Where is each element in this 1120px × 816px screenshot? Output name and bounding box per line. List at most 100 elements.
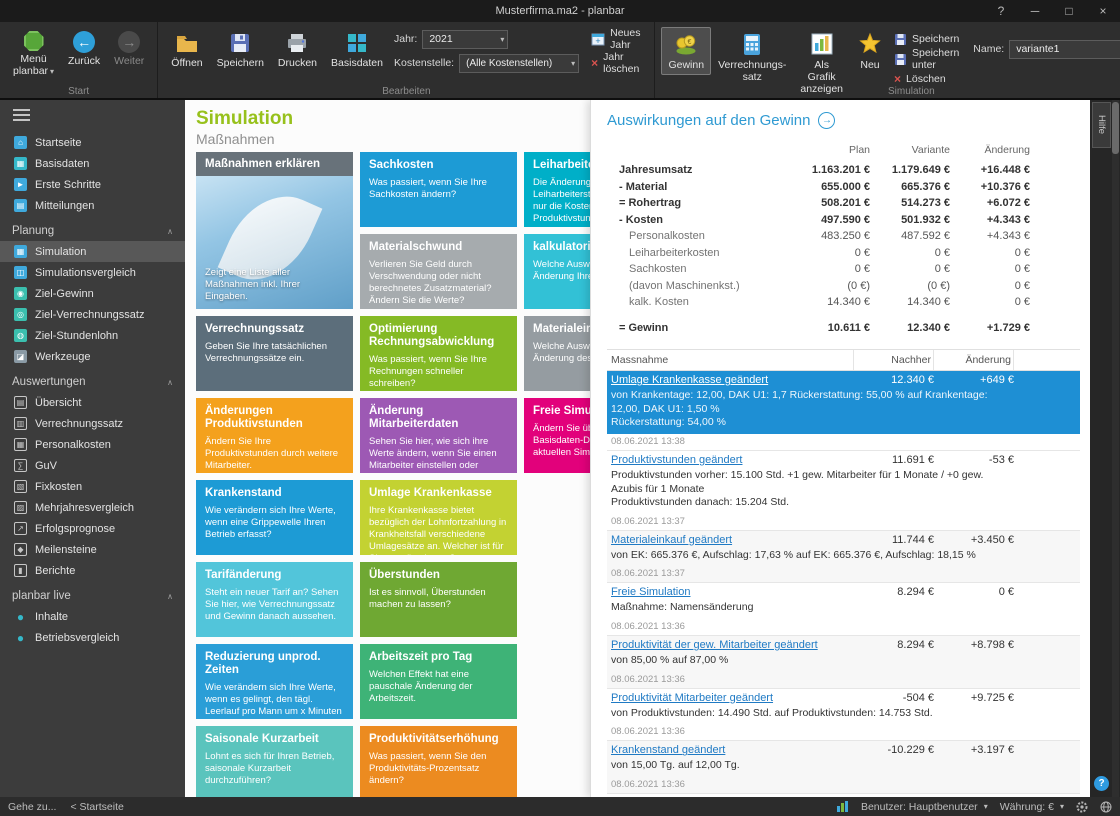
new-year-button[interactable]: + Neues Jahr (587, 30, 644, 48)
sidebar-item-werkzeuge[interactable]: ◪Werkzeuge (0, 346, 185, 367)
help-button[interactable]: ? (1094, 776, 1109, 791)
open-button[interactable]: Öffnen (164, 27, 209, 73)
target-profit-icon: ◉ (14, 287, 27, 300)
sidebar-item-erste-schritte[interactable]: ►Erste Schritte (0, 174, 185, 195)
hamburger-menu-icon[interactable] (13, 109, 30, 124)
sidebar-item-uebersicht[interactable]: ▤Übersicht (0, 392, 185, 413)
sidebar-item-meilensteine[interactable]: ◆Meilensteine (0, 539, 185, 560)
summary-row-sachkosten: Sachkosten0 €0 €0 € (607, 261, 1080, 278)
back-button[interactable]: ← Zurück (61, 27, 107, 71)
measure-row-freie-simulation[interactable]: Freie Simulation8.294 €0 €Maßnahme: Name… (607, 583, 1080, 636)
tile-arbeitszeit-pro-tag[interactable]: Arbeitszeit pro TagWelchen Effekt hat ei… (360, 644, 517, 719)
right-strip: Hilfe ? (1090, 100, 1120, 797)
measure-title[interactable]: Materialeinkauf geändert (611, 534, 854, 546)
forward-arrow-icon: → (118, 31, 140, 53)
sidebar-item-betriebsvergleich[interactable]: ●Betriebsvergleich (0, 627, 185, 648)
year-label: Jahr: (394, 33, 417, 45)
save-button[interactable]: Speichern (210, 27, 271, 73)
sidebar-item-fixkosten[interactable]: ▧Fixkosten (0, 476, 185, 497)
close-icon[interactable]: × (1086, 0, 1120, 22)
gewinn-button[interactable]: € Gewinn (661, 27, 711, 75)
sidebar-item-basisdaten[interactable]: ▦Basisdaten (0, 153, 185, 174)
tile-sachkosten[interactable]: SachkostenWas passiert, wenn Sie Ihre Sa… (360, 152, 517, 227)
sidebar-item-mehrjahresvergleich[interactable]: ▨Mehrjahresvergleich (0, 497, 185, 518)
summary-plan-value: 0 € (790, 247, 870, 259)
tile-umlage-krankenkasse[interactable]: Umlage KrankenkasseIhre Krankenkasse bie… (360, 480, 517, 555)
tile-aenderungen-produktivstunden[interactable]: Änderungen ProduktivstundenÄndern Sie Ih… (196, 398, 353, 473)
measure-title[interactable]: Krankenstand geändert (611, 744, 854, 756)
globe-icon[interactable] (1100, 801, 1112, 813)
page-subtitle: Maßnahmen (196, 131, 275, 147)
tile-materialschwund[interactable]: MaterialschwundVerlieren Sie Geld durch … (360, 234, 517, 309)
gear-icon[interactable] (1076, 801, 1088, 813)
tile-krankenstand[interactable]: KrankenstandWie verändern sich Ihre Wert… (196, 480, 353, 555)
sidebar-item-simulation[interactable]: ▦Simulation (0, 241, 185, 262)
help-icon[interactable]: ? (984, 0, 1018, 22)
sidebar-item-mitteilungen[interactable]: ▤Mitteilungen (0, 195, 185, 216)
hilfe-tab[interactable]: Hilfe (1092, 102, 1111, 148)
maximize-icon[interactable]: □ (1052, 0, 1086, 22)
minimize-icon[interactable]: ─ (1018, 0, 1052, 22)
basisdaten-button[interactable]: Basisdaten (324, 27, 390, 73)
sidebar-item-ziel-stundenlohn[interactable]: ◍Ziel-Stundenlohn (0, 325, 185, 346)
panel-title-link[interactable]: Auswirkungen auf den Gewinn → (607, 112, 1080, 129)
tile-tarifaenderung[interactable]: TarifänderungSteht ein neuer Tarif an? S… (196, 562, 353, 637)
sidebar-item-inhalte[interactable]: ●Inhalte (0, 606, 185, 627)
menu-planbar-button[interactable]: Menüplanbar▾ (6, 27, 61, 81)
measure-title[interactable]: Umlage Krankenkasse geändert (611, 374, 854, 386)
tile-verrechnungssatz[interactable]: VerrechnungssatzGeben Sie Ihre tatsächli… (196, 316, 353, 391)
user-dropdown[interactable]: Benutzer: Hauptbenutzer▾ (861, 801, 988, 813)
measure-row-krankenstand-geaendert[interactable]: Krankenstand geändert-10.229 €+3.197 €vo… (607, 741, 1080, 794)
print-button[interactable]: Drucken (271, 27, 324, 73)
measure-row-produktivstunden-geaendert[interactable]: Produktivstunden geändert11.691 €-53 €Pr… (607, 451, 1080, 531)
sidebar-item-berichte[interactable]: ▮Berichte (0, 560, 185, 581)
verrechnungssatz-button[interactable]: Verrechnungs-satz (711, 27, 793, 87)
tile-ueberstunden[interactable]: ÜberstundenIst es sinnvoll, Überstunden … (360, 562, 517, 637)
sidebar-item-ziel-gewinn[interactable]: ◉Ziel-Gewinn (0, 283, 185, 304)
sidebar-item-erfolgsprognose[interactable]: ↗Erfolgsprognose (0, 518, 185, 539)
sidebar-item-simulationsvergleich[interactable]: ◫Simulationsvergleich (0, 262, 185, 283)
costcenter-select[interactable]: (Alle Kostenstellen)▾ (459, 54, 579, 73)
compare-globe-icon: ● (14, 631, 27, 644)
sidebar-section-auswertungen[interactable]: Auswertungen∧ (0, 367, 185, 392)
floppy-icon (894, 33, 907, 46)
sidebar-item-guv[interactable]: ∑GuV (0, 455, 185, 476)
measure-title[interactable]: Produktivität Mitarbeiter geändert (611, 692, 854, 704)
measure-title[interactable]: Produktivstunden geändert (611, 454, 854, 466)
measure-title[interactable]: Freie Simulation (611, 586, 854, 598)
measure-title[interactable]: Produktivität der gew. Mitarbeiter geänd… (611, 639, 854, 651)
summary-header-row: Plan Variante Änderung (607, 141, 1080, 159)
sidebar-item-startseite[interactable]: ⌂Startseite (0, 132, 185, 153)
year-select[interactable]: 2021▾ (422, 30, 508, 49)
vertical-scrollbar[interactable] (1112, 100, 1119, 797)
sidebar-section-planung[interactable]: Planung∧ (0, 216, 185, 241)
sidebar-item-personalkosten[interactable]: ▦Personalkosten (0, 434, 185, 455)
tile-reduzierung-unprod-zeiten[interactable]: Reduzierung unprod. ZeitenWie verändern … (196, 644, 353, 719)
sidebar-section-planbar-live[interactable]: planbar live∧ (0, 581, 185, 606)
save-variant-button[interactable]: Speichern (890, 30, 963, 48)
delete-year-button[interactable]: × Jahr löschen (587, 54, 644, 72)
forward-button[interactable]: → Weiter (107, 27, 151, 71)
currency-dropdown[interactable]: Währung: €▾ (1000, 801, 1064, 813)
measure-row-produktivitaet-mitarbeiter-geaendert[interactable]: Produktivität Mitarbeiter geändert-504 €… (607, 689, 1080, 742)
tile-optimierung-rechnungsabwicklung[interactable]: Optimierung RechnungsabwicklungWas passi… (360, 316, 517, 391)
scrollbar-thumb[interactable] (1112, 102, 1119, 154)
back-startseite-link[interactable]: < Startseite (70, 801, 123, 813)
tile-produktivitaetserhoehung[interactable]: ProduktivitätserhöhungWas passiert, wenn… (360, 726, 517, 797)
save-as-button[interactable]: Speichern unter (890, 50, 963, 68)
tile-saisonale-kurzarbeit[interactable]: Saisonale KurzarbeitLohnt es sich für Ih… (196, 726, 353, 797)
sidebar-item-verrechnungssatz[interactable]: ▥Verrechnungssatz (0, 413, 185, 434)
sidebar-item-ziel-verrechnungssatz[interactable]: ◎Ziel-Verrechnungssatz (0, 304, 185, 325)
summary-plan-value: (0 €) (790, 280, 870, 292)
goto-link[interactable]: Gehe zu... (8, 801, 56, 813)
tile-aenderung-mitarbeiterdaten[interactable]: Änderung MitarbeiterdatenSehen Sie hier,… (360, 398, 517, 473)
bar-chart-icon (809, 31, 835, 57)
measure-row-produktivitaet-der-gew-mitarbeiter-geaendert[interactable]: Produktivität der gew. Mitarbeiter geänd… (607, 636, 1080, 689)
measure-row-umlage-krankenkasse-geaendert[interactable]: Umlage Krankenkasse geändert12.340 €+649… (607, 371, 1080, 451)
tile-massnahmen-erklaeren[interactable]: Maßnahmen erklärenZeigt eine Liste aller… (196, 152, 353, 309)
measure-row-materialeinkauf-geaendert[interactable]: Materialeinkauf geändert11.744 €+3.450 €… (607, 531, 1080, 584)
tile-text: Wie verändern sich Ihre Werte, wenn eine… (205, 505, 344, 541)
variant-name-combo[interactable]: variante1▾ (1009, 40, 1120, 59)
neu-button[interactable]: Neu (850, 27, 890, 75)
chevron-down-icon: ▾ (571, 59, 575, 68)
